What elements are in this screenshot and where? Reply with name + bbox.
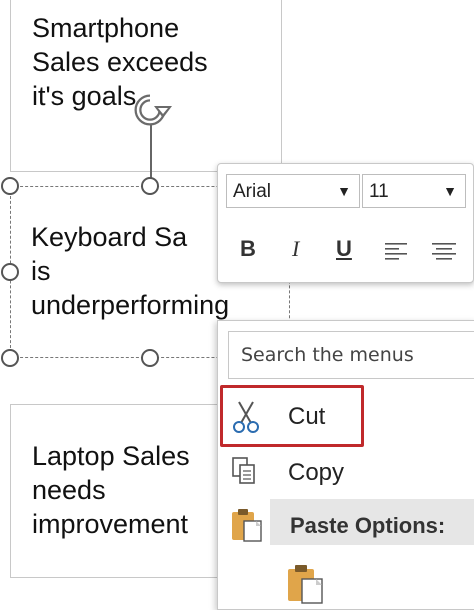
paste-options-label: Paste Options: xyxy=(290,513,446,538)
font-name-value: Arial xyxy=(233,181,272,202)
smartphone-text: Smartphone Sales exceeds it's goals xyxy=(32,13,208,111)
menu-item-copy[interactable]: Copy xyxy=(218,449,474,497)
resize-handle-bottom-center[interactable] xyxy=(141,349,159,367)
chevron-down-icon: ▼ xyxy=(337,183,351,199)
align-center-icon[interactable] xyxy=(430,242,458,267)
resize-handle-top-left[interactable] xyxy=(1,177,19,195)
italic-button[interactable]: I xyxy=(292,236,299,262)
context-menu: Search the menus Cut Copy Paste Options: xyxy=(217,320,474,610)
mini-toolbar: Arial ▼ 11 ▼ B I U xyxy=(217,163,474,283)
resize-handle-bottom-left[interactable] xyxy=(1,349,19,367)
font-name-dropdown[interactable]: Arial ▼ xyxy=(226,174,360,208)
resize-handle-middle-left[interactable] xyxy=(1,263,19,281)
menu-item-paste-options: Paste Options: xyxy=(218,501,474,549)
laptop-text: Laptop Sales needs improvement xyxy=(32,441,190,539)
resize-handle-top-center[interactable] xyxy=(141,177,159,195)
align-left-icon[interactable] xyxy=(384,242,410,267)
rotate-handle-icon[interactable] xyxy=(128,88,180,132)
copy-icon xyxy=(230,455,262,494)
smartphone-textbox[interactable]: Smartphone Sales exceeds it's goals xyxy=(10,0,282,172)
paste-keep-formatting-icon[interactable] xyxy=(286,563,326,610)
search-menus-input[interactable]: Search the menus xyxy=(228,331,474,379)
font-size-dropdown[interactable]: 11 ▼ xyxy=(362,174,466,208)
bold-button[interactable]: B xyxy=(240,236,256,262)
underline-button[interactable]: U xyxy=(336,236,352,262)
font-size-value: 11 xyxy=(369,181,389,202)
paste-icon xyxy=(230,507,264,548)
chevron-down-icon: ▼ xyxy=(443,183,457,199)
menu-item-copy-label: Copy xyxy=(288,459,345,486)
cut-highlight-box xyxy=(220,385,364,447)
